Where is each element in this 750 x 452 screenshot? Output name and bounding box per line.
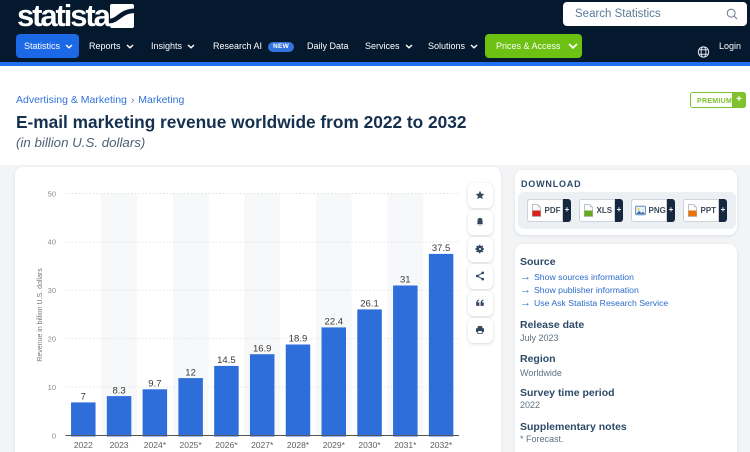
- svg-text:2031*: 2031*: [394, 440, 417, 450]
- svg-text:2030*: 2030*: [358, 440, 381, 450]
- svg-text:18.9: 18.9: [289, 334, 308, 345]
- svg-text:2024*: 2024*: [144, 440, 167, 450]
- svg-text:40: 40: [48, 238, 56, 247]
- svg-text:8.3: 8.3: [112, 385, 125, 396]
- svg-text:7: 7: [81, 392, 86, 403]
- svg-text:9.7: 9.7: [148, 379, 161, 390]
- svg-text:26.1: 26.1: [360, 299, 379, 310]
- svg-text:37.5: 37.5: [432, 243, 451, 254]
- svg-text:16.9: 16.9: [253, 343, 272, 354]
- svg-text:14.5: 14.5: [217, 355, 236, 366]
- svg-text:2032*: 2032*: [430, 440, 453, 450]
- svg-text:31: 31: [400, 275, 411, 286]
- svg-text:22.4: 22.4: [325, 317, 344, 328]
- svg-text:30: 30: [48, 286, 56, 295]
- svg-text:Revenue in billion U.S. dollar: Revenue in billion U.S. dollars: [37, 268, 44, 362]
- svg-text:2022: 2022: [74, 440, 93, 450]
- svg-text:2028*: 2028*: [287, 440, 310, 450]
- svg-text:50: 50: [48, 189, 56, 198]
- svg-text:12: 12: [185, 367, 196, 378]
- svg-text:2025*: 2025*: [179, 440, 202, 450]
- svg-text:2027*: 2027*: [251, 440, 274, 450]
- svg-text:2029*: 2029*: [323, 440, 346, 450]
- svg-text:10: 10: [48, 383, 56, 392]
- svg-text:2026*: 2026*: [215, 440, 238, 450]
- svg-text:0: 0: [52, 431, 56, 440]
- svg-text:20: 20: [48, 335, 56, 344]
- svg-text:2023: 2023: [110, 440, 129, 450]
